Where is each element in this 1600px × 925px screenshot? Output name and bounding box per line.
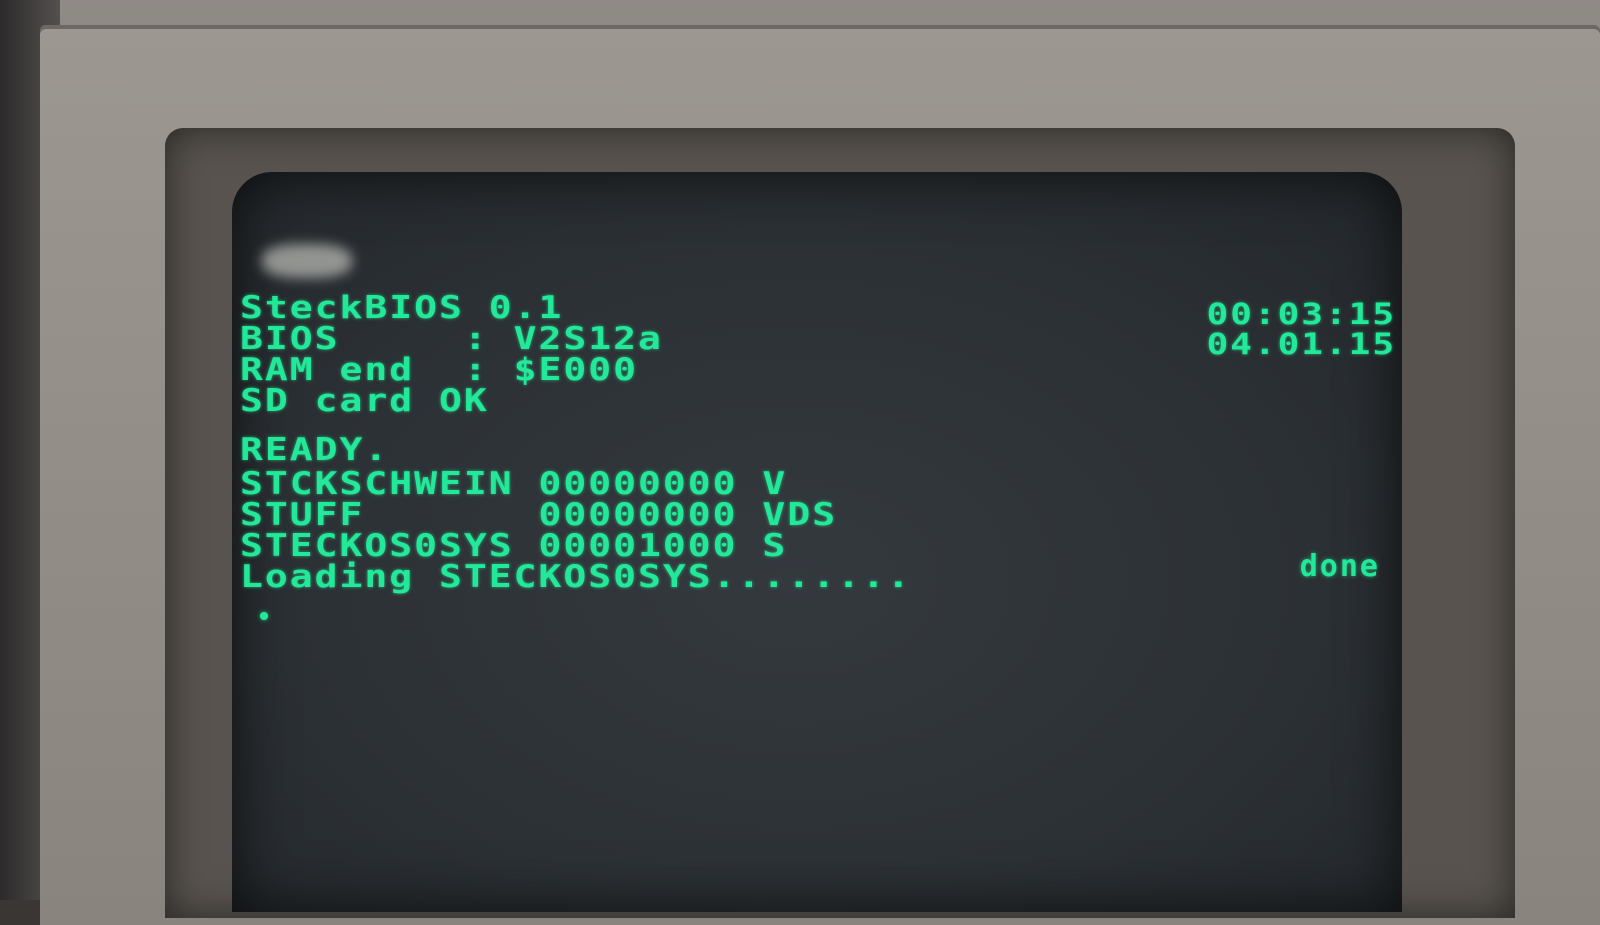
ram-end-line: RAM end : $E000 <box>240 351 639 388</box>
screen-glare <box>262 244 352 278</box>
crt-screen: SteckBIOS 0.1 BIOS : V2S12a RAM end : $E… <box>232 172 1402 912</box>
directory-entry-line: STCKSCHWEIN 00000000 V <box>240 465 788 502</box>
directory-entry-line: STUFF 00000000 VDS <box>240 496 838 533</box>
ready-prompt-line: READY. <box>240 431 390 468</box>
bios-version-line: BIOS : V2S12a <box>240 320 663 357</box>
directory-entry-line: STECKOS0SYS 00001000 S <box>240 527 788 564</box>
load-done-label: done <box>1299 549 1380 584</box>
loading-status-line: Loading STECKOS0SYS........ <box>240 558 912 595</box>
clock-time: 00:03:15 <box>1206 297 1396 332</box>
clock-date: 04.01.15 <box>1206 327 1396 362</box>
sd-card-status-line: SD card OK <box>240 382 489 419</box>
text-cursor <box>260 612 268 620</box>
photo-background: SteckBIOS 0.1 BIOS : V2S12a RAM end : $E… <box>0 0 1600 925</box>
boot-title-line: SteckBIOS 0.1 <box>240 289 564 326</box>
